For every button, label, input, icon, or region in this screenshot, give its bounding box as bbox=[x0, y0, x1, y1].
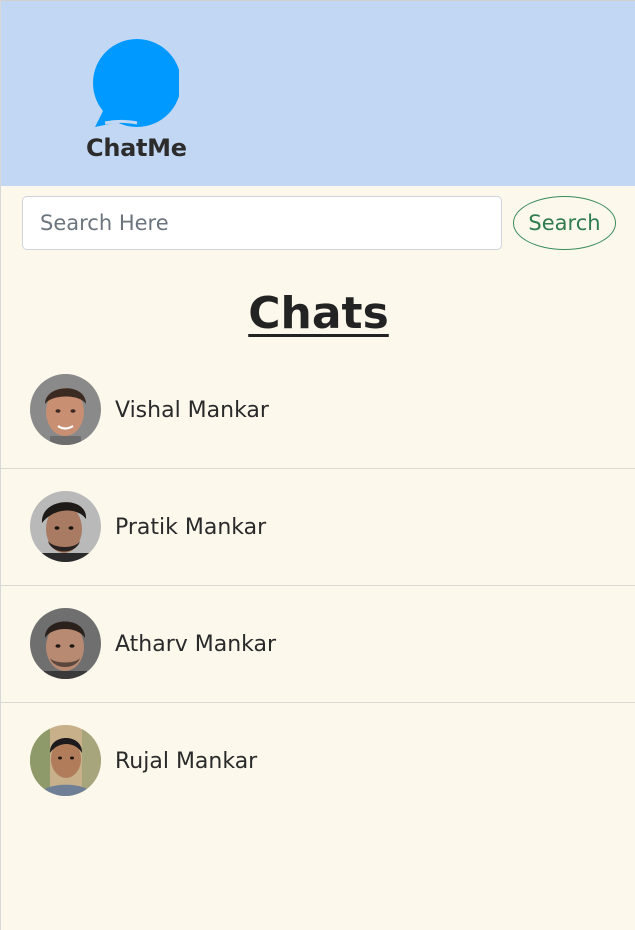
avatar bbox=[30, 491, 101, 562]
chat-name: Vishal Mankar bbox=[115, 398, 269, 423]
chat-item-vishal[interactable]: Vishal Mankar bbox=[1, 352, 635, 469]
chat-item-pratik[interactable]: Pratik Mankar bbox=[1, 469, 635, 586]
app-logo[interactable]: ChatMe bbox=[81, 37, 187, 167]
chat-item-rujal[interactable]: Rujal Mankar bbox=[1, 703, 635, 820]
app-name: ChatMe bbox=[86, 134, 187, 162]
avatar bbox=[30, 374, 101, 445]
avatar bbox=[30, 608, 101, 679]
chat-bubble-icon bbox=[93, 39, 179, 127]
search-input[interactable] bbox=[22, 196, 502, 250]
chat-name: Rujal Mankar bbox=[115, 749, 258, 774]
chat-list: Vishal Mankar Pratik Mankar Atharv Manka… bbox=[1, 352, 635, 820]
app-header: ChatMe bbox=[1, 0, 635, 186]
chat-item-atharv[interactable]: Atharv Mankar bbox=[1, 586, 635, 703]
search-button[interactable]: Search bbox=[513, 196, 616, 250]
page-title: Chats bbox=[248, 288, 389, 339]
chat-name: Pratik Mankar bbox=[115, 515, 267, 540]
chat-name: Atharv Mankar bbox=[115, 632, 277, 657]
avatar bbox=[30, 725, 101, 796]
